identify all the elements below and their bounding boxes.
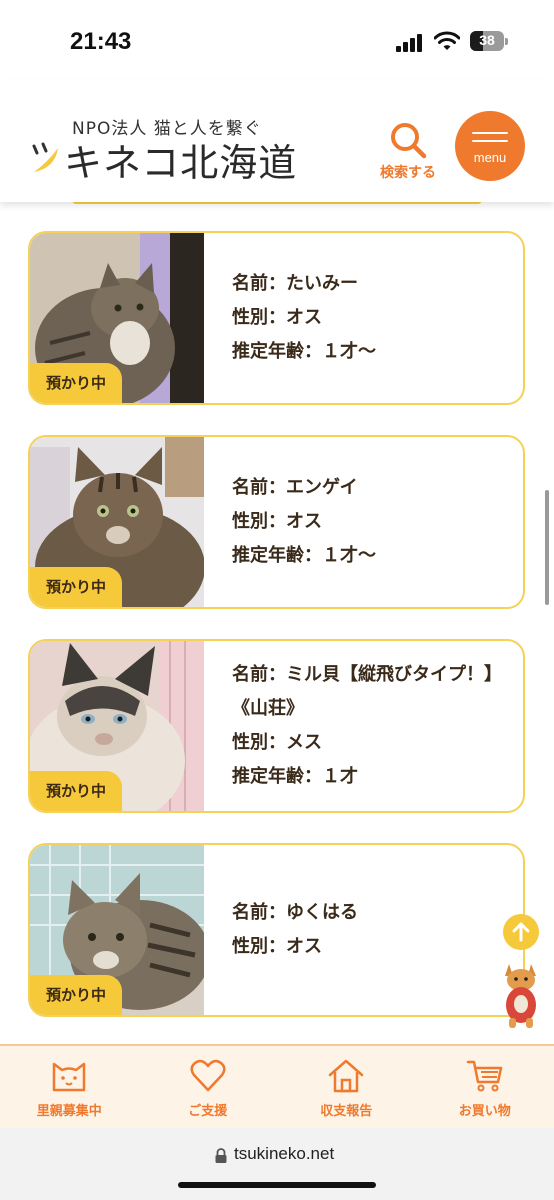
cat-photo: 預かり中 [30,233,204,403]
search-label: 検索する [380,165,436,181]
cart-icon [466,1060,502,1092]
cat-status-badge: 預かり中 [30,771,123,811]
nav-label: 収支報告 [320,1104,373,1119]
battery-percent: 38 [479,32,495,48]
cat-info: 名前：エンゲイ 性別：オス 推定年齢：１才〜 [232,437,517,607]
cat-card[interactable]: 預かり中 名前：ゆくはる 性別：オス [28,843,525,1017]
cat-info: 名前：たいみー 性別：オス 推定年齢：１才〜 [232,233,517,403]
menu-label: menu [473,150,507,165]
cat-name: 名前：エンゲイ [232,477,358,498]
browser-url-bar[interactable]: tsukineko.net [0,1128,554,1200]
status-time: 21:43 [70,28,132,55]
hamburger-icon [472,132,508,134]
cat-age: 推定年齢：１才〜 [232,341,376,362]
cat-face-icon [53,1062,86,1092]
cat-status-badge: 預かり中 [30,363,123,403]
cat-photo: 預かり中 [30,845,204,1015]
cat-age: 推定年齢：１才〜 [232,545,376,566]
cat-sex: 性別：メス [232,732,322,753]
cat-card[interactable]: 預かり中 名前：たいみー 性別：オス 推定年齢：１才〜 [28,231,525,405]
cat-name: 名前：たいみー [232,273,358,294]
arrow-up-icon [512,922,530,942]
cat-card[interactable]: 預かり中 名前：ミル貝【縦飛びタイプ！】《山荘》 性別：メス 推定年齢：１才 [28,639,525,813]
cat-age: 推定年齢：１才 [232,766,358,787]
cat-info: 名前：ゆくはる 性別：オス [232,845,517,1015]
cat-status-badge: 預かり中 [30,567,123,607]
nav-label: ご支援 [188,1104,228,1119]
home-indicator[interactable] [178,1182,376,1188]
logo-title[interactable]: キネコ北海道 [64,132,297,187]
cat-sex: 性別：オス [232,511,322,532]
nav-label: 里親募集中 [36,1104,102,1119]
nav-item-report[interactable]: 収支報告 [277,1046,416,1128]
cat-photo: 預かり中 [30,437,204,607]
nav-item-adoption[interactable]: 里親募集中 [0,1046,139,1128]
menu-button[interactable]: menu [455,111,525,181]
moon-logo-icon [32,142,58,172]
search-button[interactable]: 検索する [370,116,446,182]
cat-info: 名前：ミル貝【縦飛びタイプ！】《山荘》 性別：メス 推定年齢：１才 [232,641,517,811]
bottom-nav: 里親募集中 ご支援 収支報告 お買い物 [0,1044,554,1128]
cellular-signal-icon [396,34,422,52]
cat-name: 名前：ミル貝【縦飛びタイプ！】《山荘》 [232,664,502,719]
wifi-icon [434,31,460,50]
scroll-to-top-button[interactable] [503,914,539,950]
cat-sex: 性別：オス [232,936,322,957]
cat-card[interactable]: 預かり中 名前：エンゲイ 性別：オス 推定年齢：１才〜 [28,435,525,609]
heart-icon [190,1059,226,1092]
nav-label: お買い物 [458,1104,511,1119]
lock-icon [215,1148,227,1163]
house-icon [329,1059,364,1093]
cat-status-badge: 預かり中 [30,975,123,1015]
cat-sex: 性別：オス [232,307,322,328]
search-icon [391,123,427,159]
battery-icon: 38 [470,31,508,51]
site-header: NPO法人 猫と人を繋ぐ キネコ北海道 検索する menu [0,80,554,202]
url-text[interactable]: tsukineko.net [234,1144,334,1164]
page-scrollbar[interactable] [545,490,549,605]
cat-name: 名前：ゆくはる [232,902,358,923]
cat-mascot-icon [505,964,536,1028]
cat-list: 預かり中 名前：たいみー 性別：オス 推定年齢：１才〜 預かり中 名前：エンゲイ… [0,202,554,1044]
cat-photo: 預かり中 [30,641,204,811]
nav-item-shop[interactable]: お買い物 [416,1046,554,1128]
status-bar: 21:43 38 [0,0,554,80]
nav-item-support[interactable]: ご支援 [139,1046,278,1128]
